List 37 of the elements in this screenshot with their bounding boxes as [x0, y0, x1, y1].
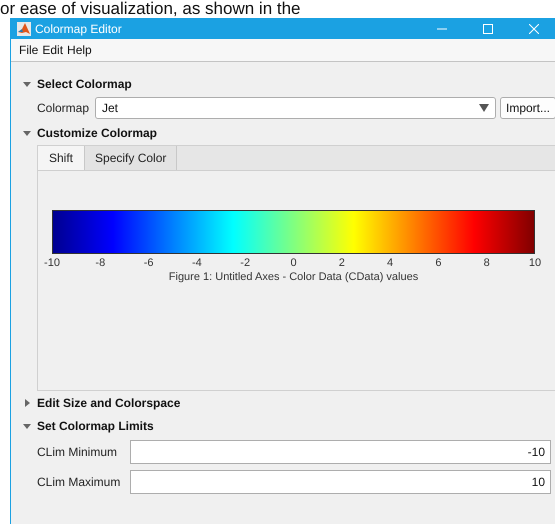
import-button[interactable]: Import...	[500, 97, 555, 119]
section-header[interactable]: Set Colormap Limits	[37, 418, 154, 432]
collapse-triangle-icon[interactable]	[23, 128, 31, 136]
tick-label: 2	[338, 257, 345, 269]
close-icon	[529, 24, 539, 34]
tick-label: -6	[144, 257, 154, 269]
tick-label: 8	[484, 257, 490, 269]
tab[interactable]: Shift	[38, 146, 86, 170]
menu-item[interactable]: Help	[65, 43, 94, 57]
tick-label: -8	[95, 257, 106, 269]
tick-label: 10	[528, 257, 542, 269]
field-label: CLim Minimum	[37, 445, 118, 459]
tick-label: 6	[435, 257, 442, 269]
tick-label: -2	[240, 257, 250, 269]
menu-item[interactable]: File	[17, 43, 40, 57]
section-header[interactable]: Customize Colormap	[37, 126, 158, 140]
menu-item[interactable]: Edit	[40, 43, 66, 57]
collapse-triangle-icon[interactable]	[23, 80, 31, 88]
tick-label: 0	[290, 257, 297, 269]
tick-label: -10	[44, 257, 60, 269]
window-title: Colormap Editor	[35, 22, 123, 36]
section-header[interactable]: Select Colormap	[37, 76, 132, 90]
expand-triangle-icon[interactable]	[23, 398, 31, 406]
colormap-dropdown[interactable]: Jet	[95, 97, 496, 119]
section-header[interactable]: Edit Size and Colorspace	[37, 396, 180, 410]
field-label: CLim Maximum	[37, 475, 122, 489]
input-field[interactable]: 10	[130, 470, 551, 494]
colorbar-caption: Figure 1: Untitled Axes - Color Data (CData) values	[168, 271, 420, 283]
field-label: Colormap	[37, 101, 90, 115]
tick-label: 4	[387, 257, 394, 269]
input-field[interactable]: -10	[130, 440, 551, 464]
dropdown-caret-icon	[479, 104, 489, 112]
document-text: or ease of visualization, as shown in the	[0, 0, 301, 18]
app-logo-icon	[17, 22, 31, 36]
maximize-icon	[483, 24, 493, 34]
collapse-triangle-icon[interactable]	[23, 422, 31, 430]
tick-label: -4	[192, 257, 202, 269]
